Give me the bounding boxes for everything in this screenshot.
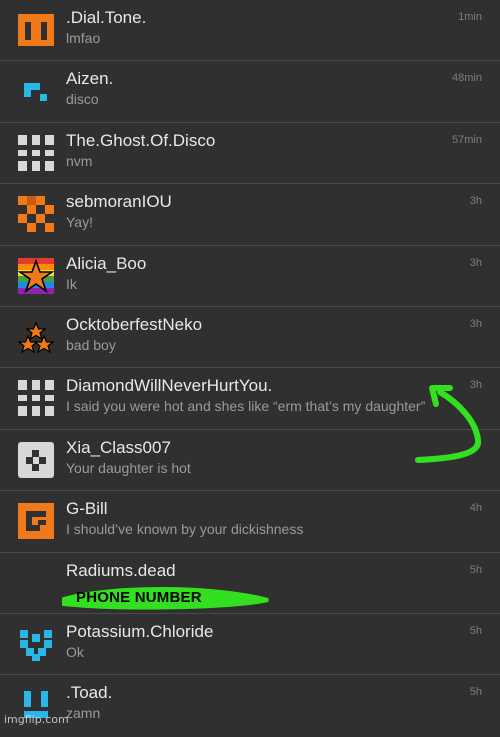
conversation-preview: Ik <box>66 275 77 292</box>
conversation-row[interactable]: Potassium.Chloride Ok 5h <box>0 613 500 676</box>
conversation-preview: zamn <box>66 705 101 722</box>
orange-pixel-icon <box>18 196 54 233</box>
three-stars-icon <box>18 321 54 354</box>
conversation-row[interactable]: Aizen. disco 48min <box>0 61 500 123</box>
white-cross-icon <box>18 380 54 417</box>
conversation-name: G-Bill <box>66 499 108 519</box>
conversation-name: The.Ghost.Of.Disco <box>66 130 216 150</box>
white-cross-icon <box>18 134 54 171</box>
conversation-preview: Yay! <box>66 214 93 231</box>
blue-corner-icon <box>24 83 47 102</box>
conversation-name: sebmoranIOU <box>66 192 172 212</box>
conversation-row[interactable]: .Dial.Tone. lmfao 1min <box>0 0 500 62</box>
conversation-row[interactable]: DiamondWillNeverHurtYou. I said you were… <box>0 368 500 430</box>
conversation-time: 48min <box>452 72 482 85</box>
conversation-row[interactable]: The.Ghost.Of.Disco nvm 57min <box>0 122 500 185</box>
conversation-preview: I said you were hot and shes like “erm t… <box>66 398 426 415</box>
conversation-row[interactable]: sebmoranIOU Yay! 3h <box>0 184 500 246</box>
conversation-time: 5h <box>469 563 482 576</box>
conversation-preview: I should’ve known by your dickishness <box>66 521 304 538</box>
conversation-name: Alicia_Boo <box>66 253 147 273</box>
conversation-time: 57min <box>452 133 482 146</box>
conversation-preview: nvm <box>66 152 93 169</box>
conversation-preview: disco <box>66 91 99 108</box>
orange-g-icon <box>18 503 54 540</box>
conversation-name: .Dial.Tone. <box>66 8 147 27</box>
conversation-time: 3h <box>469 195 482 208</box>
conversation-row[interactable]: .Toad. zamn 5h <box>0 675 500 737</box>
conversation-name: Potassium.Chloride <box>66 621 214 641</box>
conversation-preview: Ok <box>66 643 84 660</box>
conversation-time: 3h <box>469 379 482 392</box>
conversation-row[interactable]: G-Bill I should’ve known by your dickish… <box>0 491 500 553</box>
watermark: imgflip.com <box>4 713 69 726</box>
redaction-label: PHONE NUMBER <box>76 589 202 606</box>
conversation-time: 3h <box>469 317 482 330</box>
conversation-preview: bad boy <box>66 336 116 353</box>
conversation-name: DiamondWillNeverHurtYou. <box>66 376 273 396</box>
conversation-time: 4h <box>469 502 482 515</box>
conversation-row[interactable]: Xia_Class007 Your daughter is hot <box>0 429 500 492</box>
conversation-name: Radiums.dead <box>66 560 176 580</box>
rainbow-star-icon <box>18 257 54 294</box>
conversation-row[interactable]: Alicia_Boo Ik 3h <box>0 245 500 307</box>
conversation-preview: lmfao <box>66 30 101 46</box>
conversation-time: 1min <box>458 11 482 23</box>
gray-checker-icon <box>18 441 54 478</box>
conversation-name: .Toad. <box>66 683 113 703</box>
conversation-name: OcktoberfestNeko <box>66 314 203 334</box>
conversation-time: 3h <box>469 256 482 269</box>
conversation-time: 5h <box>469 624 482 637</box>
blue-heart-icon <box>20 629 52 661</box>
conversation-row[interactable]: OcktoberfestNeko bad boy 3h <box>0 306 500 369</box>
conversation-time: 5h <box>469 686 482 699</box>
conversation-list: .Dial.Tone. lmfao 1min Aizen. disco 48mi… <box>0 0 500 737</box>
orange-block-icon <box>18 14 54 46</box>
conversation-name: Xia_Class007 <box>66 437 171 457</box>
conversation-preview: Your daughter is hot <box>66 459 191 476</box>
conversation-name: Aizen. <box>66 69 114 89</box>
conversation-row[interactable]: Radiums.dead 5h <box>0 552 500 614</box>
